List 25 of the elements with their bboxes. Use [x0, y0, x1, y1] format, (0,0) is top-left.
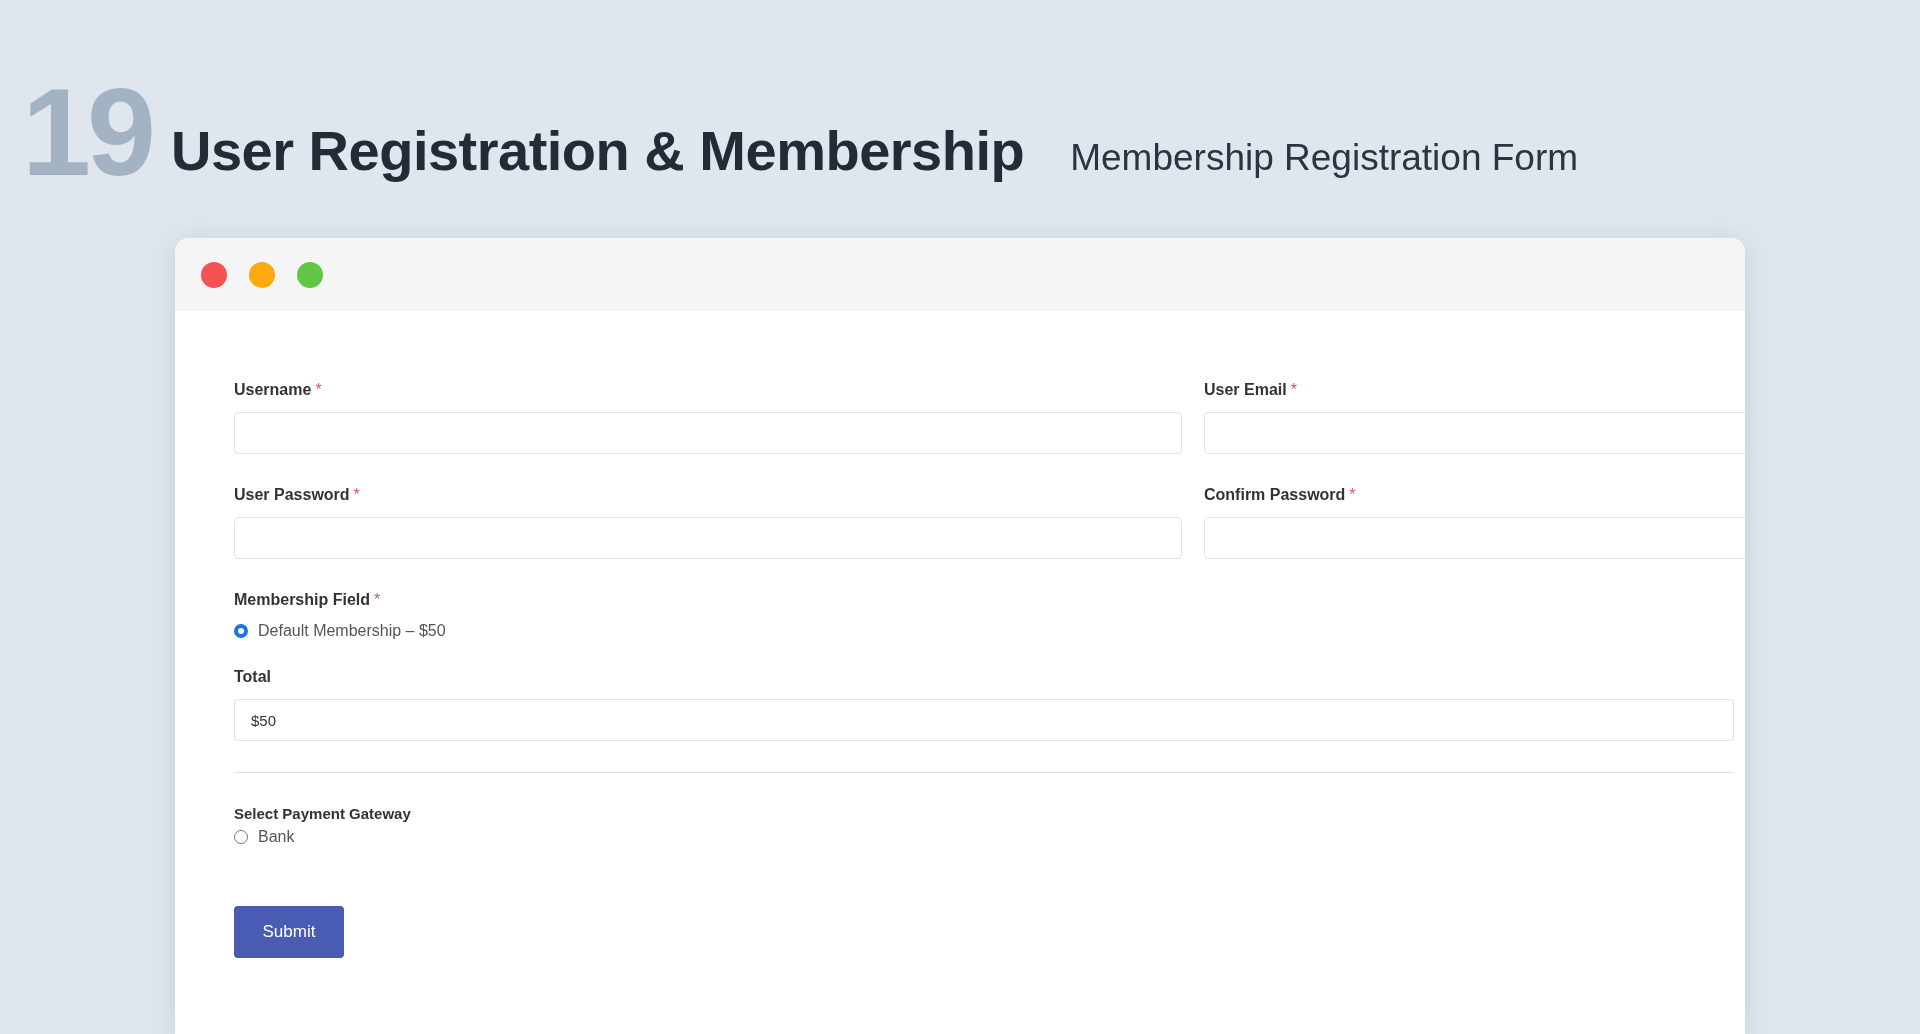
window-control[interactable]: [201, 261, 227, 288]
field-label: Membership Field: [234, 591, 371, 609]
radio-button[interactable]: [234, 624, 248, 638]
input-field[interactable]: [234, 412, 1182, 454]
field-label: User Email: [1204, 381, 1287, 399]
submit-button[interactable]: Submit: [234, 906, 344, 958]
field-label: Confirm Password: [1204, 486, 1346, 504]
total-field[interactable]: $50: [234, 699, 1734, 741]
section-number: 19: [22, 70, 152, 194]
required-mark: *: [1349, 486, 1356, 504]
field-label: Username: [234, 381, 312, 399]
page-title: User Registration & Membership: [171, 118, 1025, 183]
input-field[interactable]: [234, 517, 1182, 559]
field-label: Total: [234, 668, 272, 686]
required-mark: *: [315, 381, 322, 399]
required-mark: *: [1290, 381, 1297, 399]
required-mark: *: [374, 591, 381, 609]
page-subtitle: Membership Registration Form: [1070, 137, 1579, 179]
option-label[interactable]: Bank: [258, 828, 295, 846]
window-control[interactable]: [297, 261, 323, 288]
field-label: Select Payment Gateway: [234, 805, 411, 822]
window-control[interactable]: [249, 261, 275, 288]
required-mark: *: [353, 486, 360, 504]
field-label: User Password: [234, 486, 350, 504]
option-label[interactable]: Default Membership – $50: [258, 622, 446, 640]
